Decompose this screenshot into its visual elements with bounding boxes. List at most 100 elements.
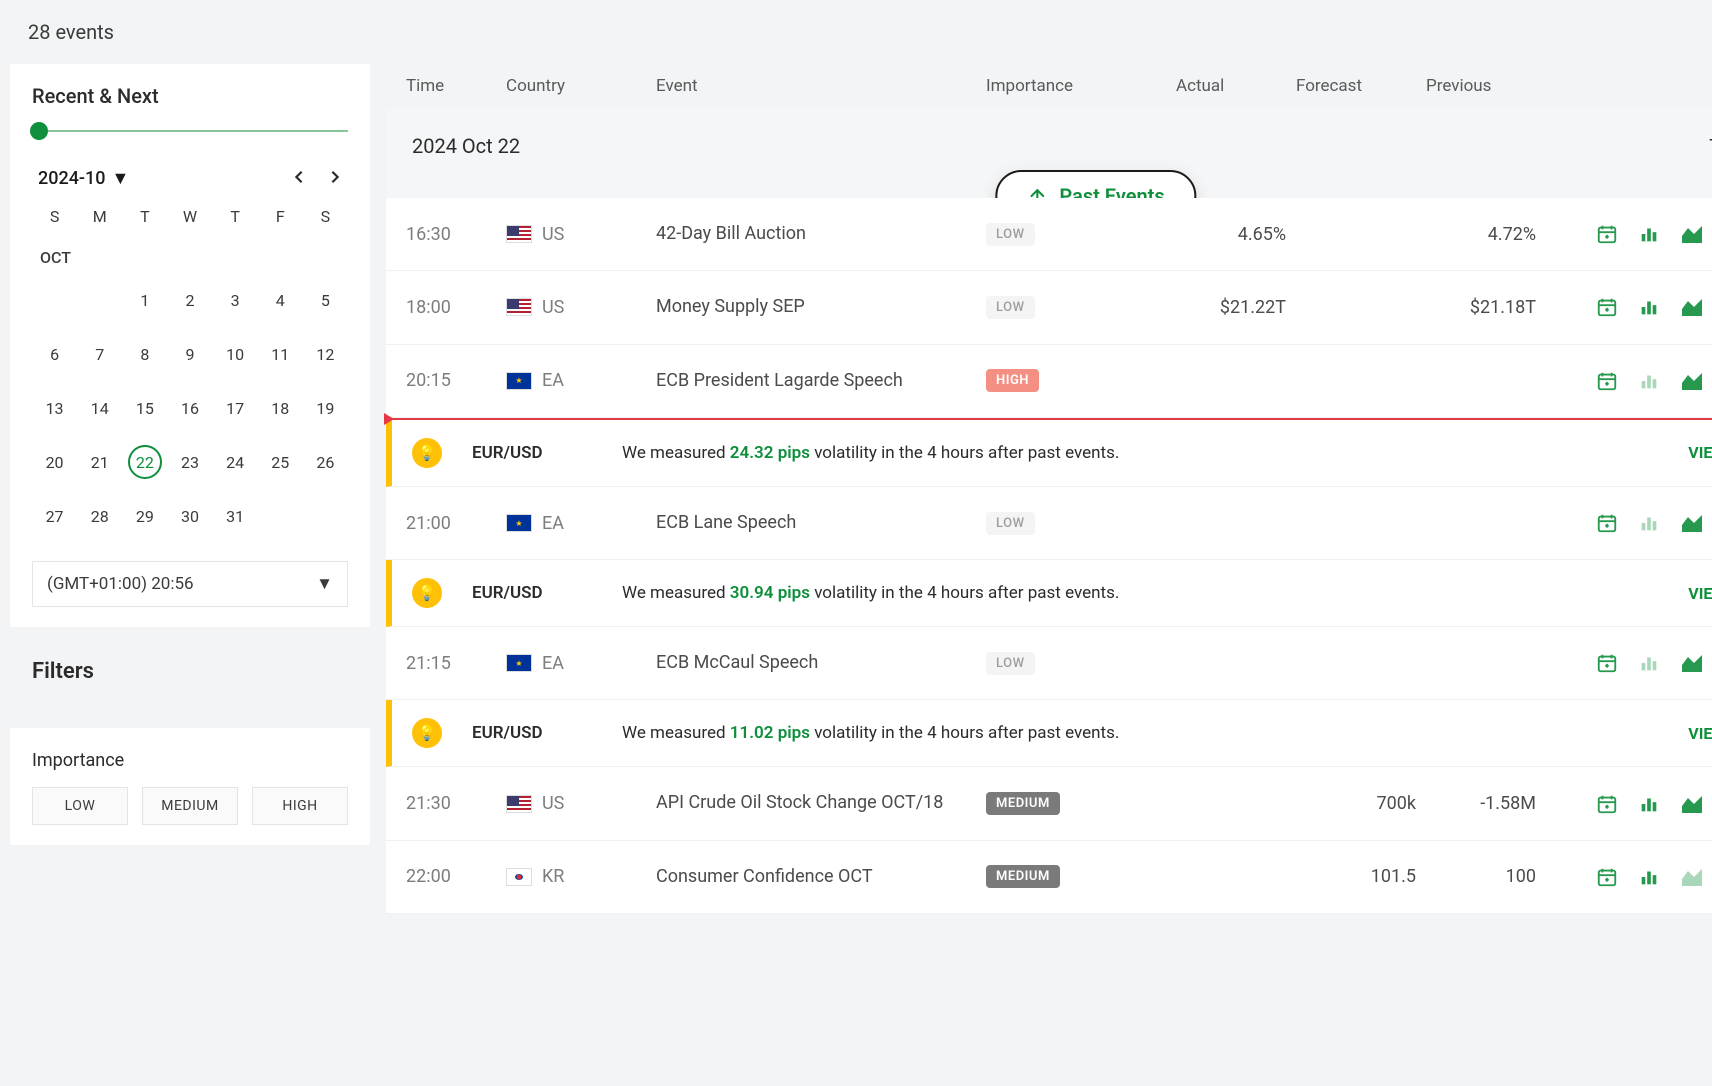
country-code: EA [542, 370, 564, 391]
importance-badge: LOW [986, 512, 1035, 535]
calendar-day[interactable]: 16 [167, 381, 212, 435]
calendar-day[interactable]: 28 [77, 489, 122, 543]
calendar-day[interactable]: 15 [122, 381, 167, 435]
event-name: ECB Lane Speech [656, 511, 976, 535]
calendar-day[interactable]: 27 [32, 489, 77, 543]
calendar-day[interactable]: 30 [167, 489, 212, 543]
flag-icon [506, 514, 532, 532]
area-chart-icon[interactable] [1680, 652, 1704, 674]
event-time: 21:30 [406, 793, 496, 814]
add-calendar-icon[interactable] [1596, 223, 1618, 245]
importance-filter-low[interactable]: LOW [32, 787, 128, 825]
calendar-day[interactable]: 22 [122, 435, 167, 489]
bar-chart-icon[interactable] [1638, 652, 1660, 674]
calendar-day[interactable]: 1 [122, 273, 167, 327]
bar-chart-icon[interactable] [1638, 866, 1660, 888]
event-actual: $21.22T [1176, 297, 1286, 318]
calendar-day[interactable]: 24 [213, 435, 258, 489]
importance-badge: LOW [986, 223, 1035, 246]
calendar-day[interactable]: 9 [167, 327, 212, 381]
calendar-day[interactable]: 18 [258, 381, 303, 435]
area-chart-icon[interactable] [1680, 223, 1704, 245]
flag-icon [506, 298, 532, 316]
calendar-day[interactable]: 8 [122, 327, 167, 381]
calendar-day[interactable]: 6 [32, 327, 77, 381]
calendar-day[interactable]: 12 [303, 327, 348, 381]
event-time: 21:15 [406, 653, 496, 674]
add-calendar-icon[interactable] [1596, 370, 1618, 392]
flag-icon [506, 795, 532, 813]
calendar-day[interactable]: 29 [122, 489, 167, 543]
event-row[interactable]: 21:15EAECB McCaul SpeechLOW [386, 627, 1712, 700]
calendar-day[interactable]: 23 [167, 435, 212, 489]
flag-icon [506, 225, 532, 243]
importance-filter-high[interactable]: HIGH [252, 787, 348, 825]
calendar-day[interactable]: 4 [258, 273, 303, 327]
calendar-day[interactable]: 14 [77, 381, 122, 435]
event-country: US [506, 224, 646, 245]
event-previous: 100 [1426, 866, 1536, 887]
event-row[interactable]: 21:00EAECB Lane SpeechLOW [386, 487, 1712, 560]
next-month-button[interactable] [328, 168, 342, 189]
importance-badge: MEDIUM [986, 865, 1060, 888]
calendar-day[interactable]: 31 [213, 489, 258, 543]
prev-month-button[interactable] [292, 168, 306, 189]
calendar-day[interactable]: 25 [258, 435, 303, 489]
month-selector[interactable]: 2024-10 ▼ [38, 168, 129, 189]
sidebar: Recent & Next 2024-10 ▼ SMTWT [10, 64, 370, 845]
bar-chart-icon[interactable] [1638, 793, 1660, 815]
calendar-day[interactable]: 17 [213, 381, 258, 435]
calendar-day[interactable]: 13 [32, 381, 77, 435]
event-row[interactable]: 22:00KRConsumer Confidence OCTMEDIUM101.… [386, 841, 1712, 914]
add-calendar-icon[interactable] [1596, 652, 1618, 674]
volatility-insight: 💡EUR/USDWe measured 30.94 pips volatilit… [386, 560, 1712, 627]
calendar-day[interactable]: 26 [303, 435, 348, 489]
calendar-day[interactable]: 2 [167, 273, 212, 327]
timeline-slider-handle[interactable] [30, 122, 48, 140]
chevron-left-icon [292, 170, 306, 184]
flag-icon [506, 372, 532, 390]
add-calendar-icon[interactable] [1596, 512, 1618, 534]
filters-title: Filters [32, 659, 348, 684]
calendar-day[interactable]: 10 [213, 327, 258, 381]
calendar-day[interactable]: 3 [213, 273, 258, 327]
event-row[interactable]: 18:00USMoney Supply SEPLOW$21.22T$21.18T [386, 271, 1712, 344]
calendar-day[interactable]: 7 [77, 327, 122, 381]
calendar-day[interactable]: 21 [77, 435, 122, 489]
area-chart-icon[interactable] [1680, 370, 1704, 392]
event-name: 42-Day Bill Auction [656, 222, 976, 246]
importance-badge: MEDIUM [986, 792, 1060, 815]
area-chart-icon[interactable] [1680, 512, 1704, 534]
lightbulb-icon: 💡 [412, 438, 442, 468]
add-calendar-icon[interactable] [1596, 296, 1618, 318]
timezone-selector[interactable]: (GMT+01:00) 20:56 ▼ [32, 561, 348, 607]
filters-panel: Filters [10, 639, 370, 716]
timeline-slider[interactable] [32, 130, 348, 132]
event-row[interactable]: 20:15EAECB President Lagarde SpeechHIGH [386, 345, 1712, 418]
calendar-dow-cell: T [122, 207, 167, 226]
event-row[interactable]: 16:30US42-Day Bill AuctionLOW4.65%4.72% [386, 198, 1712, 271]
view-levels-link[interactable]: VIEW LEVELS [1596, 724, 1712, 743]
add-calendar-icon[interactable] [1596, 793, 1618, 815]
view-levels-link[interactable]: VIEW LEVELS [1596, 443, 1712, 462]
bar-chart-icon[interactable] [1638, 370, 1660, 392]
bar-chart-icon[interactable] [1638, 223, 1660, 245]
calendar-day[interactable]: 19 [303, 381, 348, 435]
area-chart-icon[interactable] [1680, 296, 1704, 318]
column-header: Forecast [1296, 76, 1416, 96]
event-row[interactable]: 21:30USAPI Crude Oil Stock Change OCT/18… [386, 767, 1712, 840]
area-chart-icon[interactable] [1680, 866, 1704, 888]
calendar-day[interactable]: 20 [32, 435, 77, 489]
insight-pair: EUR/USD [472, 583, 612, 603]
flag-icon [506, 654, 532, 672]
calendar-day[interactable]: 11 [258, 327, 303, 381]
calendar-day[interactable]: 5 [303, 273, 348, 327]
view-levels-link[interactable]: VIEW LEVELS [1596, 584, 1712, 603]
add-calendar-icon[interactable] [1596, 866, 1618, 888]
event-country: EA [506, 653, 646, 674]
importance-filter-medium[interactable]: MEDIUM [142, 787, 238, 825]
area-chart-icon[interactable] [1680, 793, 1704, 815]
bar-chart-icon[interactable] [1638, 296, 1660, 318]
bar-chart-icon[interactable] [1638, 512, 1660, 534]
importance-filter: Importance LOWMEDIUMHIGH [10, 728, 370, 845]
